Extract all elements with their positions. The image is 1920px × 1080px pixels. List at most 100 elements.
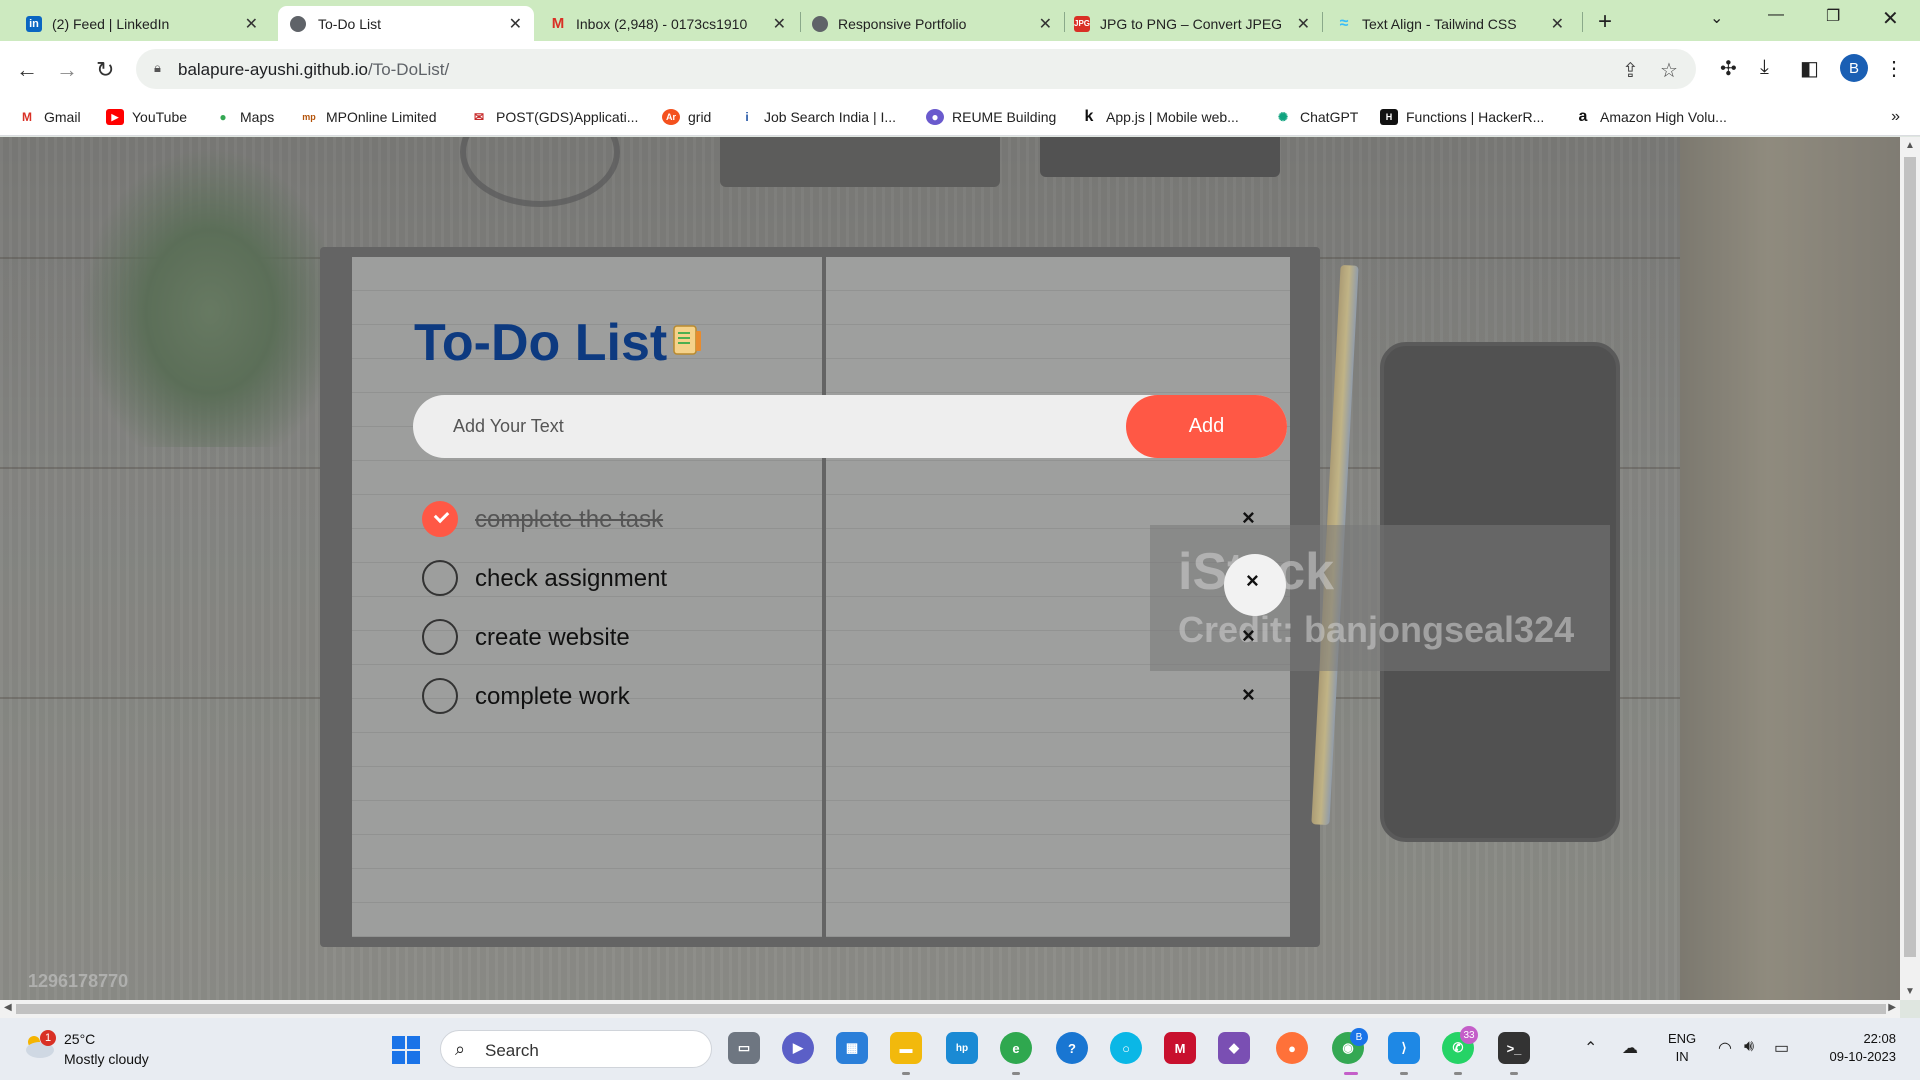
unchecked-circle-icon[interactable]: [422, 560, 458, 596]
tab-separator: [1064, 12, 1065, 32]
bookmarks-overflow-button[interactable]: »: [1891, 108, 1900, 126]
bookmark-amazon[interactable]: a Amazon High Volu...: [1574, 108, 1727, 125]
delete-icon[interactable]: ×: [1242, 505, 1255, 531]
bookmark-maps[interactable]: ● Maps: [214, 109, 274, 125]
scrollbar-thumb[interactable]: [16, 1004, 1886, 1014]
system-clock[interactable]: 22:08 09-10-2023: [1818, 1030, 1897, 1066]
extensions-icon[interactable]: ✣: [1720, 56, 1737, 81]
battery-icon[interactable]: ▭: [1774, 1038, 1789, 1058]
volume-icon[interactable]: 🔊︎: [1744, 1038, 1754, 1056]
running-indicator: [1454, 1072, 1462, 1075]
horizontal-scrollbar[interactable]: ◀ ▶: [0, 1000, 1900, 1018]
firefox-icon[interactable]: ●: [1276, 1032, 1308, 1064]
page-title: To-Do List: [414, 314, 668, 372]
youtube-icon: ▶: [106, 109, 124, 125]
close-icon[interactable]: ✕: [773, 14, 786, 34]
scroll-down-icon[interactable]: ▼: [1905, 986, 1915, 997]
forward-arrow-icon[interactable]: →: [56, 57, 78, 83]
language-indicator[interactable]: ENG IN: [1668, 1030, 1696, 1066]
weather-temperature[interactable]: 25°C: [64, 1031, 95, 1047]
mcafee-icon[interactable]: M: [1164, 1032, 1196, 1064]
reload-icon[interactable]: ↻: [96, 57, 114, 83]
bookmark-indeed[interactable]: i Job Search India | I...: [738, 109, 896, 125]
taskbar-search[interactable]: ⌕ Search: [440, 1030, 712, 1068]
bookmark-gmail[interactable]: M Gmail: [18, 109, 81, 125]
onedrive-icon[interactable]: ☁: [1622, 1038, 1638, 1058]
delete-icon[interactable]: ×: [1242, 682, 1255, 708]
tab-portfolio[interactable]: Responsive Portfolio ✕: [812, 6, 1064, 41]
wifi-icon[interactable]: ◠: [1718, 1038, 1732, 1058]
bookmark-resume[interactable]: ● REUME Building: [926, 109, 1056, 125]
download-icon[interactable]: ⤓: [1760, 56, 1769, 79]
scroll-up-icon[interactable]: ▲: [1905, 140, 1915, 151]
delete-button-hovered[interactable]: ×: [1224, 554, 1286, 616]
delete-icon[interactable]: ×: [1242, 623, 1255, 649]
bookmark-chatgpt[interactable]: ✺ ChatGPT: [1274, 109, 1358, 125]
tab-todo-list[interactable]: To-Do List ✕: [278, 6, 534, 41]
bookmark-star-icon[interactable]: ☆: [1660, 58, 1678, 83]
tab-search-chevron-icon[interactable]: ⌄: [1710, 8, 1723, 28]
alexa-icon[interactable]: ○: [1110, 1032, 1142, 1064]
checked-circle-icon[interactable]: [422, 501, 458, 537]
vertical-scrollbar[interactable]: ▲ ▼: [1900, 137, 1920, 1000]
bookmark-grid[interactable]: Ar grid: [662, 109, 711, 125]
vscode-icon[interactable]: ⟩: [1388, 1032, 1420, 1064]
close-icon[interactable]: ✕: [1297, 14, 1310, 34]
address-bar[interactable]: 🔒︎ balapure-ayushi.github.io/To-DoList/ …: [136, 49, 1696, 89]
bookmark-youtube[interactable]: ▶ YouTube: [106, 109, 187, 125]
myhp-icon[interactable]: hp: [946, 1032, 978, 1064]
microsoft-store-icon[interactable]: ▦: [836, 1032, 868, 1064]
add-button[interactable]: Add: [1126, 395, 1287, 458]
scrollbar-thumb[interactable]: [1904, 157, 1916, 957]
profile-avatar[interactable]: B: [1840, 54, 1868, 82]
unchecked-circle-icon[interactable]: [422, 619, 458, 655]
share-icon[interactable]: ⇪: [1622, 58, 1639, 83]
teams-chat-icon[interactable]: ▶: [782, 1032, 814, 1064]
task-view-icon[interactable]: ▭: [728, 1032, 760, 1064]
new-tab-button[interactable]: +: [1598, 8, 1612, 36]
jpg-png-icon: JPG: [1074, 15, 1090, 32]
minimize-icon[interactable]: —: [1768, 6, 1784, 24]
close-icon[interactable]: ✕: [1551, 14, 1564, 34]
scroll-right-icon[interactable]: ▶: [1888, 1002, 1896, 1013]
back-arrow-icon[interactable]: ←: [16, 57, 38, 83]
close-icon[interactable]: ✕: [509, 14, 522, 34]
tab-linkedin[interactable]: in (2) Feed | LinkedIn ✕: [26, 6, 270, 41]
tab-gmail[interactable]: M Inbox (2,948) - 0173cs1910 ✕: [550, 6, 798, 41]
bookmark-post-gds[interactable]: ✉ POST(GDS)Applicati...: [470, 109, 638, 125]
bookmark-mponline[interactable]: mp MPOnline Limited: [300, 109, 436, 125]
close-icon[interactable]: ✕: [245, 14, 258, 34]
windows-start-icon[interactable]: [392, 1036, 420, 1064]
terminal-icon[interactable]: >_: [1498, 1032, 1530, 1064]
side-panel-icon[interactable]: ◧: [1800, 56, 1819, 81]
git-icon[interactable]: ◆: [1218, 1032, 1250, 1064]
tab-tailwind[interactable]: ≈ Text Align - Tailwind CSS ✕: [1336, 6, 1576, 41]
task-item[interactable]: complete the task ×: [422, 499, 1272, 539]
task-input[interactable]: [453, 395, 1113, 458]
chevron-up-icon[interactable]: ⌃: [1584, 1038, 1597, 1058]
edge-icon[interactable]: e: [1000, 1032, 1032, 1064]
task-item[interactable]: check assignment: [422, 558, 1272, 598]
bookmark-appjs[interactable]: k App.js | Mobile web...: [1080, 108, 1239, 125]
url-text[interactable]: balapure-ayushi.github.io/To-DoList/: [178, 60, 449, 80]
maximize-icon[interactable]: ❐: [1826, 6, 1840, 26]
task-item[interactable]: complete work ×: [422, 676, 1272, 716]
bookmark-hackerrank[interactable]: H Functions | HackerR...: [1380, 109, 1544, 125]
tab-separator: [1582, 12, 1583, 32]
chatgpt-icon: ✺: [1277, 110, 1289, 124]
post-icon: ✉: [473, 110, 485, 124]
appjs-icon: k: [1084, 108, 1094, 125]
indeed-icon: i: [745, 110, 749, 124]
page-viewport: iStock Credit: banjongseal324 1296178770…: [0, 137, 1900, 1000]
task-item[interactable]: create website ×: [422, 617, 1272, 657]
task-text: check assignment: [475, 565, 668, 592]
file-explorer-icon[interactable]: ▬: [890, 1032, 922, 1064]
window-close-icon[interactable]: ✕: [1882, 6, 1899, 31]
weather-description[interactable]: Mostly cloudy: [64, 1051, 149, 1067]
tab-jpg-to-png[interactable]: JPG JPG to PNG – Convert JPEG ✕: [1074, 6, 1322, 41]
scroll-left-icon[interactable]: ◀: [4, 1002, 12, 1013]
help-icon[interactable]: ?: [1056, 1032, 1088, 1064]
close-icon[interactable]: ✕: [1039, 14, 1052, 34]
unchecked-circle-icon[interactable]: [422, 678, 458, 714]
menu-dots-icon[interactable]: ⋮: [1884, 56, 1904, 81]
